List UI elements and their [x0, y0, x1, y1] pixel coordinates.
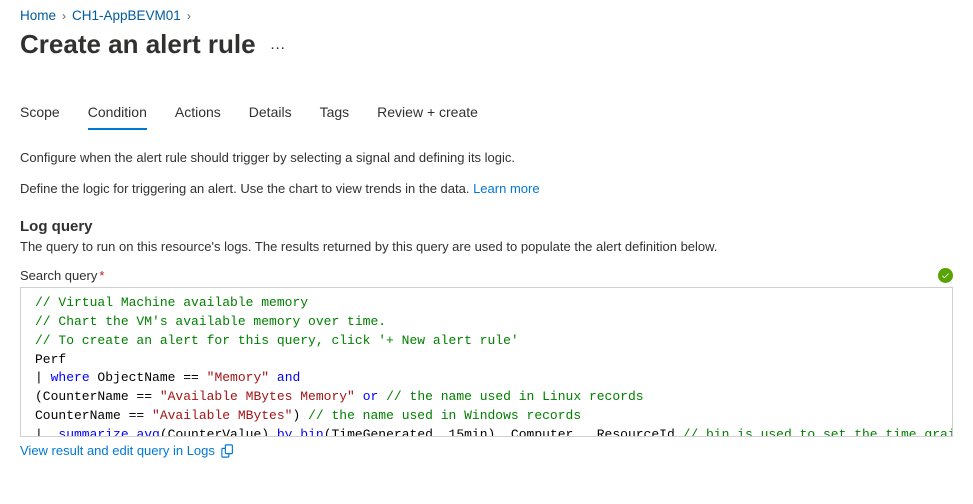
view-in-logs-link[interactable]: View result and edit query in Logs [20, 443, 215, 458]
log-query-subtext: The query to run on this resource's logs… [20, 239, 953, 254]
code-keyword: and [277, 370, 300, 385]
chevron-right-icon: › [62, 9, 66, 23]
code-text [269, 370, 277, 385]
code-comment: // bin is used to set the time grain to … [683, 427, 953, 437]
code-keyword: summarize [58, 427, 128, 437]
code-comment: // Chart the VM's available memory over … [35, 314, 386, 329]
chevron-right-icon: › [187, 9, 191, 23]
code-keyword: where [51, 370, 90, 385]
code-text: (TimeGenerated, 15min), Computer, _Resou… [324, 427, 683, 437]
required-star-icon: * [99, 268, 104, 283]
code-text: | [35, 370, 51, 385]
breadcrumb-resource[interactable]: CH1-AppBEVM01 [72, 8, 181, 23]
code-string: "Available MBytes" [152, 408, 292, 423]
condition-subdescription-text: Define the logic for triggering an alert… [20, 181, 473, 196]
code-text: (CounterValue) [160, 427, 277, 437]
code-text: ObjectName == [90, 370, 207, 385]
code-text [355, 389, 363, 404]
search-query-editor[interactable]: // Virtual Machine available memory // C… [20, 287, 953, 437]
code-comment: // To create an alert for this query, cl… [35, 333, 519, 348]
code-text: ) [292, 408, 308, 423]
code-text: | [35, 427, 58, 437]
learn-more-link[interactable]: Learn more [473, 181, 539, 196]
breadcrumb: Home › CH1-AppBEVM01 › [20, 8, 953, 23]
condition-description: Configure when the alert rule should tri… [20, 150, 953, 165]
title-row: Create an alert rule … [20, 29, 953, 60]
view-in-logs-row: View result and edit query in Logs [20, 443, 953, 458]
code-string: "Memory" [207, 370, 269, 385]
condition-subdescription: Define the logic for triggering an alert… [20, 181, 953, 196]
tab-actions[interactable]: Actions [175, 100, 221, 130]
more-actions-button[interactable]: … [270, 36, 287, 54]
code-comment: // the name used in Windows records [308, 408, 581, 423]
code-keyword: by [277, 427, 293, 437]
code-comment: // Virtual Machine available memory [35, 295, 308, 310]
tabs: Scope Condition Actions Details Tags Rev… [20, 100, 953, 130]
tab-details[interactable]: Details [249, 100, 292, 130]
code-func: avg [136, 427, 159, 437]
tab-tags[interactable]: Tags [320, 100, 350, 130]
tab-review-create[interactable]: Review + create [377, 100, 478, 130]
code-func: bin [300, 427, 323, 437]
breadcrumb-home[interactable]: Home [20, 8, 56, 23]
log-query-heading: Log query [20, 218, 953, 235]
code-comment: // the name used in Linux records [386, 389, 643, 404]
validation-success-icon [938, 268, 953, 283]
search-query-label-row: Search query* [20, 268, 953, 283]
open-external-icon [221, 444, 235, 458]
code-text: Perf [35, 352, 66, 367]
search-query-label: Search query [20, 268, 97, 283]
code-text: (CounterName == [35, 389, 160, 404]
code-string: "Available MBytes Memory" [160, 389, 355, 404]
code-text [378, 389, 386, 404]
tab-scope[interactable]: Scope [20, 100, 60, 130]
code-keyword: or [363, 389, 379, 404]
tab-condition[interactable]: Condition [88, 100, 147, 130]
code-text: CounterName == [35, 408, 152, 423]
page-title: Create an alert rule [20, 29, 256, 60]
